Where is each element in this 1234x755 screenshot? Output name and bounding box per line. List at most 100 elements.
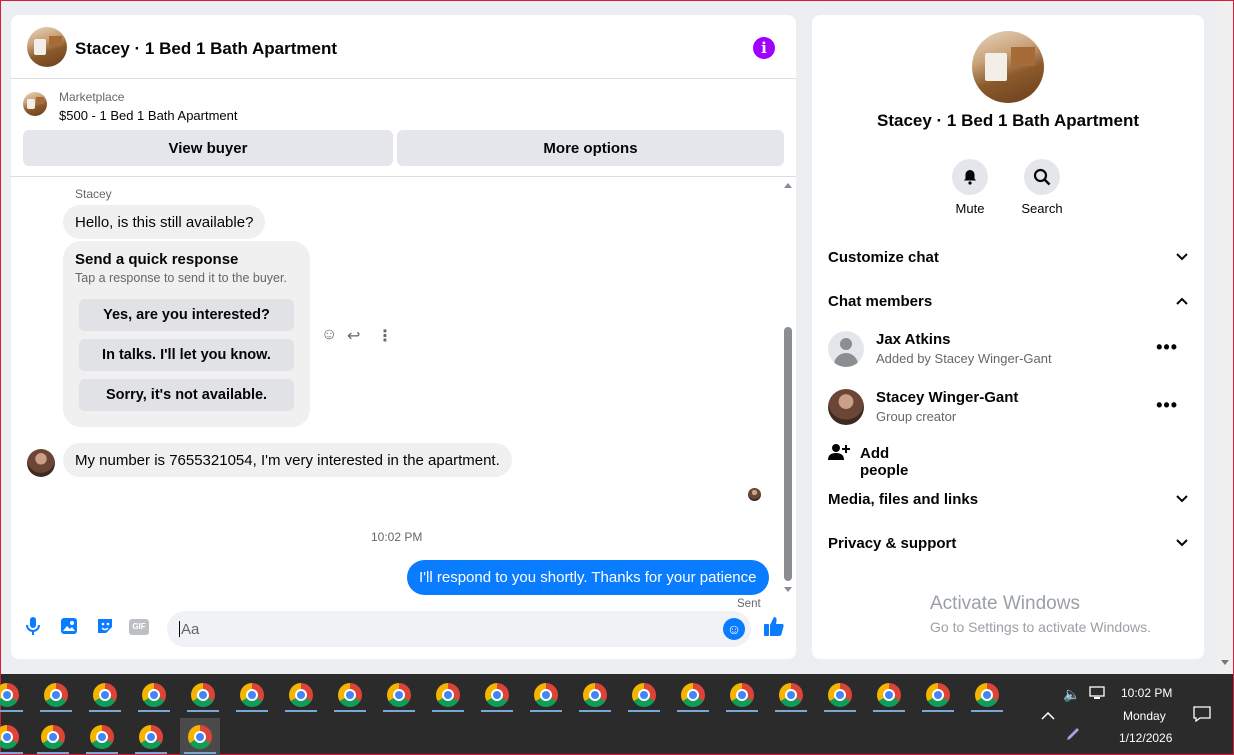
chrome-icon (681, 683, 705, 707)
chrome-taskbar-icon[interactable] (869, 676, 909, 714)
chrome-taskbar-icon[interactable] (134, 676, 174, 714)
message-list: Stacey Hello, is this still available? S… (11, 181, 781, 610)
react-icon[interactable]: ☺ (321, 326, 337, 344)
chrome-taskbar-icon[interactable] (967, 676, 1007, 714)
quick-response-option[interactable]: Yes, are you interested? (79, 299, 294, 331)
chrome-taskbar-icon[interactable] (232, 676, 272, 714)
chrome-taskbar-icon[interactable] (624, 676, 664, 714)
chrome-taskbar-icon[interactable] (722, 676, 762, 714)
chrome-taskbar-icon[interactable] (330, 676, 370, 714)
customize-chat-row[interactable]: Customize chat (828, 239, 1188, 275)
member-role: Group creator (876, 409, 957, 424)
chrome-taskbar-icon[interactable] (379, 676, 419, 714)
running-indicator (86, 752, 118, 754)
chevron-up-icon (1176, 294, 1188, 308)
photo-icon[interactable] (59, 617, 79, 637)
quick-response-option[interactable]: In talks. I'll let you know. (79, 339, 294, 371)
chrome-taskbar-icon[interactable] (526, 676, 566, 714)
scrollbar-thumb[interactable] (784, 327, 792, 581)
chrome-icon (139, 725, 163, 749)
running-indicator (138, 710, 170, 712)
chevron-up-icon[interactable] (1041, 707, 1055, 723)
chrome-taskbar-icon[interactable] (771, 676, 811, 714)
like-icon[interactable] (762, 615, 786, 639)
running-indicator (530, 710, 562, 712)
chrome-taskbar-icon[interactable] (673, 676, 713, 714)
media-files-links-row[interactable]: Media, files and links (828, 481, 1188, 517)
chrome-taskbar-icon[interactable] (180, 718, 220, 755)
listing-title[interactable]: $500 - 1 Bed 1 Bath Apartment (59, 108, 238, 123)
more-icon[interactable]: ⋮ (377, 326, 393, 346)
sticker-icon[interactable] (95, 617, 115, 637)
chrome-taskbar-icon[interactable] (918, 676, 958, 714)
sender-avatar[interactable] (27, 449, 55, 477)
chat-members-row[interactable]: Chat members (828, 283, 1188, 319)
chrome-taskbar-icon[interactable] (477, 676, 517, 714)
clock-time[interactable]: 10:02 PM (1121, 686, 1172, 700)
info-icon[interactable]: i (753, 37, 775, 59)
chrome-taskbar-icon[interactable] (82, 718, 122, 755)
chrome-taskbar-icon[interactable] (33, 718, 73, 755)
clock-date[interactable]: 1/12/2026 (1119, 731, 1172, 745)
member-avatar (828, 331, 864, 367)
gif-icon[interactable]: GIF (129, 617, 151, 637)
chrome-taskbar-icon[interactable] (0, 718, 27, 755)
chrome-icon (44, 683, 68, 707)
marketplace-listing: Marketplace $500 - 1 Bed 1 Bath Apartmen… (11, 80, 796, 180)
composer: GIF Aa ☺ (11, 607, 796, 651)
outgoing-message[interactable]: I'll respond to you shortly. Thanks for … (407, 560, 769, 595)
quick-response-option[interactable]: Sorry, it's not available. (79, 379, 294, 411)
running-indicator (481, 710, 513, 712)
conversation-title: Stacey · 1 Bed 1 Bath Apartment (877, 111, 1139, 130)
chrome-taskbar-icon[interactable] (36, 676, 76, 714)
activate-windows-title: Activate Windows (930, 593, 1080, 614)
mute-button[interactable] (952, 159, 988, 195)
clock-day[interactable]: Monday (1123, 709, 1166, 723)
chrome-icon (41, 725, 65, 749)
chrome-icon (485, 683, 509, 707)
message-scrollbar[interactable] (781, 181, 795, 601)
chrome-icon (90, 725, 114, 749)
chrome-icon (828, 683, 852, 707)
network-icon[interactable] (1089, 686, 1105, 703)
conversation-avatar[interactable] (972, 31, 1044, 103)
member-avatar (828, 389, 864, 425)
chrome-taskbar-icon[interactable] (183, 676, 223, 714)
page-scrollbar[interactable] (1217, 1, 1233, 674)
chrome-taskbar-icon[interactable] (820, 676, 860, 714)
page-scroll-down-arrow[interactable] (1221, 660, 1229, 665)
chrome-taskbar-icon[interactable] (281, 676, 321, 714)
media-files-links-label: Media, files and links (828, 490, 979, 508)
more-options-icon[interactable]: ••• (1156, 337, 1178, 358)
notification-icon[interactable] (1193, 706, 1211, 725)
chrome-taskbar-icon[interactable] (575, 676, 615, 714)
incoming-message[interactable]: Hello, is this still available? (63, 205, 266, 239)
listing-source: Marketplace (59, 90, 125, 104)
message-input[interactable]: Aa ☺ (167, 611, 751, 647)
chat-title[interactable]: Stacey · 1 Bed 1 Bath Apartment (75, 39, 337, 59)
scroll-up-arrow[interactable] (784, 183, 792, 188)
message-timestamp: 10:02 PM (371, 530, 423, 544)
microphone-icon[interactable] (23, 617, 43, 637)
more-options-icon[interactable]: ••• (1156, 395, 1178, 416)
pen-icon[interactable] (1065, 726, 1081, 745)
search-button[interactable] (1024, 159, 1060, 195)
running-indicator (37, 752, 69, 754)
member-row[interactable]: Stacey Winger-Gant Group creator ••• (828, 387, 1188, 431)
incoming-message[interactable]: My number is 7655321054, I'm very intere… (63, 443, 512, 477)
chat-avatar[interactable] (27, 27, 67, 67)
reply-icon[interactable]: ↩ (347, 326, 360, 346)
chrome-taskbar-icon[interactable] (85, 676, 125, 714)
privacy-support-row[interactable]: Privacy & support (828, 525, 1188, 561)
scroll-down-arrow[interactable] (784, 587, 792, 592)
activate-windows-watermark: Activate Windows Go to Settings to activ… (930, 593, 1151, 635)
emoji-icon[interactable]: ☺ (723, 618, 745, 640)
running-indicator (187, 710, 219, 712)
view-buyer-button[interactable]: View buyer (23, 130, 393, 166)
volume-icon[interactable]: 🔈 (1063, 686, 1080, 703)
chrome-taskbar-icon[interactable] (428, 676, 468, 714)
member-row[interactable]: Jax Atkins Added by Stacey Winger-Gant •… (828, 329, 1188, 373)
chrome-taskbar-icon[interactable] (0, 676, 27, 714)
chrome-taskbar-icon[interactable] (131, 718, 171, 755)
more-options-button[interactable]: More options (397, 130, 784, 166)
